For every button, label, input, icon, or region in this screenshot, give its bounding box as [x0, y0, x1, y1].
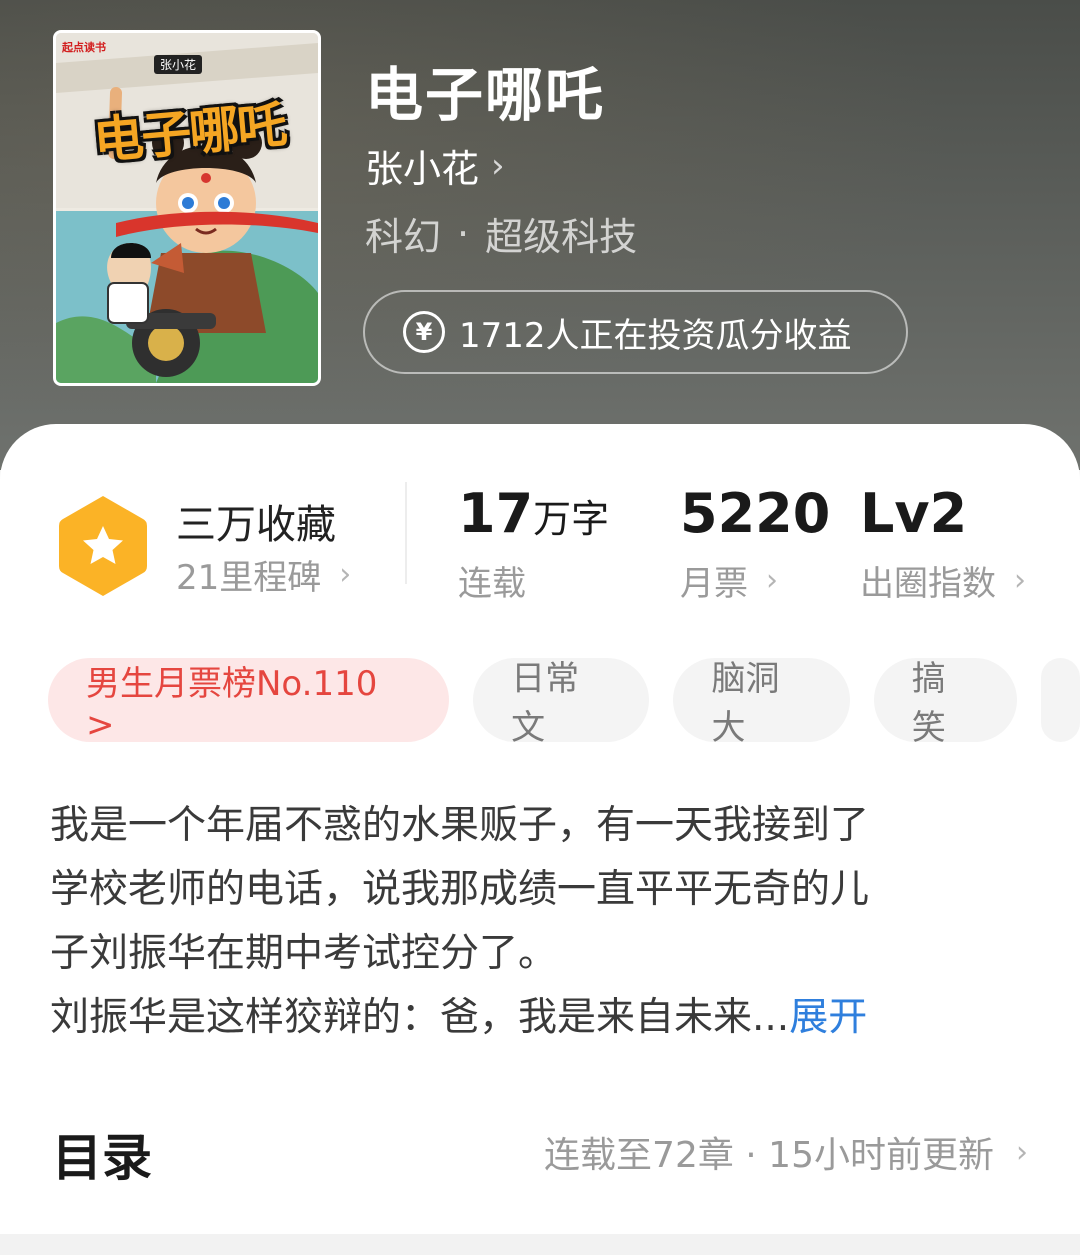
genre-separator: ·	[457, 211, 470, 256]
tag-imaginative[interactable]: 脑洞大	[673, 658, 850, 748]
chevron-right-icon: ›	[339, 557, 352, 592]
author-link[interactable]: 张小花 ›	[365, 138, 505, 193]
serial-status-label: 连载	[458, 564, 526, 604]
influence-link[interactable]: 出圈指数 ›	[860, 556, 1026, 605]
author-name: 张小花	[365, 147, 480, 191]
collection-label: 三万收藏	[176, 502, 336, 548]
book-genre: 科幻 · 超级科技	[365, 206, 637, 261]
stats-divider	[405, 482, 407, 584]
invest-text: 1712人正在投资瓜分收益	[459, 315, 852, 356]
tag-row: 男生月票榜No.110 > 日常文 脑洞大 搞笑	[48, 658, 1080, 748]
collection-milestone-link[interactable]: 21里程碑 ›	[176, 550, 351, 599]
chevron-right-icon: ›	[1014, 563, 1026, 598]
synopsis-line-last: 刘振华是这样狡辩的：爸，我是来自未来...展开	[50, 986, 1010, 1050]
expand-link[interactable]: 展开	[789, 995, 867, 1040]
book-cover[interactable]: 起点读书 张小花 电子哪吒	[53, 30, 321, 386]
monthly-votes-value: 5220	[680, 482, 831, 545]
chevron-right-icon: ›	[1016, 1134, 1028, 1170]
toc-update-status: 连载至72章 · 15小时前更新	[544, 1135, 994, 1176]
toc-link[interactable]: 连载至72章 · 15小时前更新 ›	[544, 1126, 1028, 1178]
serial-status: 连载	[458, 556, 526, 605]
genre-label: 科幻	[365, 215, 442, 259]
cover-brand-label: 起点读书	[62, 41, 106, 54]
tag-daily[interactable]: 日常文	[473, 658, 650, 748]
synopsis-line: 我是一个年届不惑的水果贩子，有一天我接到了	[50, 803, 870, 848]
word-count: 17万字	[458, 482, 609, 545]
chevron-right-icon: ›	[766, 563, 778, 598]
tag-funny[interactable]: 搞笑	[873, 658, 1017, 748]
word-count-value: 17	[458, 482, 534, 545]
monthly-votes-link[interactable]: 月票 ›	[680, 556, 778, 605]
subgenre-label: 超级科技	[485, 215, 638, 259]
invest-button[interactable]: ¥ 1712人正在投资瓜分收益	[363, 290, 908, 374]
tag-overflow[interactable]	[1040, 658, 1080, 742]
yen-coin-icon: ¥	[403, 311, 445, 353]
synopsis-line: 子刘振华在期中考试控分了。	[50, 931, 558, 976]
synopsis-line: 学校老师的电话，说我那成绩一直平平无奇的儿	[50, 867, 870, 912]
influence-label: 出圈指数	[860, 564, 996, 604]
milestone-label: 21里程碑	[176, 558, 322, 598]
influence-level: Lv2	[860, 482, 968, 545]
section-divider	[0, 1234, 1080, 1255]
monthly-votes-label: 月票	[680, 564, 748, 604]
word-count-unit: 万字	[533, 497, 610, 541]
rank-tag[interactable]: 男生月票榜No.110 >	[48, 658, 450, 745]
cover-author-badge: 张小花	[154, 55, 203, 74]
book-title: 电子哪吒	[365, 61, 606, 129]
collection-stat[interactable]	[55, 492, 151, 604]
synopsis[interactable]: 我是一个年届不惑的水果贩子，有一天我接到了 学校老师的电话，说我那成绩一直平平无…	[50, 794, 1010, 1050]
synopsis-line: 刘振华是这样狡辩的：爸，我是来自未来...	[50, 995, 790, 1040]
book-detail-card: 三万收藏 21里程碑 › 17万字 连载 5220 月票 › Lv2 出圈指数 …	[0, 424, 1080, 1234]
star-hexagon-badge-icon	[59, 496, 147, 596]
chevron-right-icon: ›	[491, 145, 505, 186]
toc-title: 目录	[52, 1129, 152, 1187]
